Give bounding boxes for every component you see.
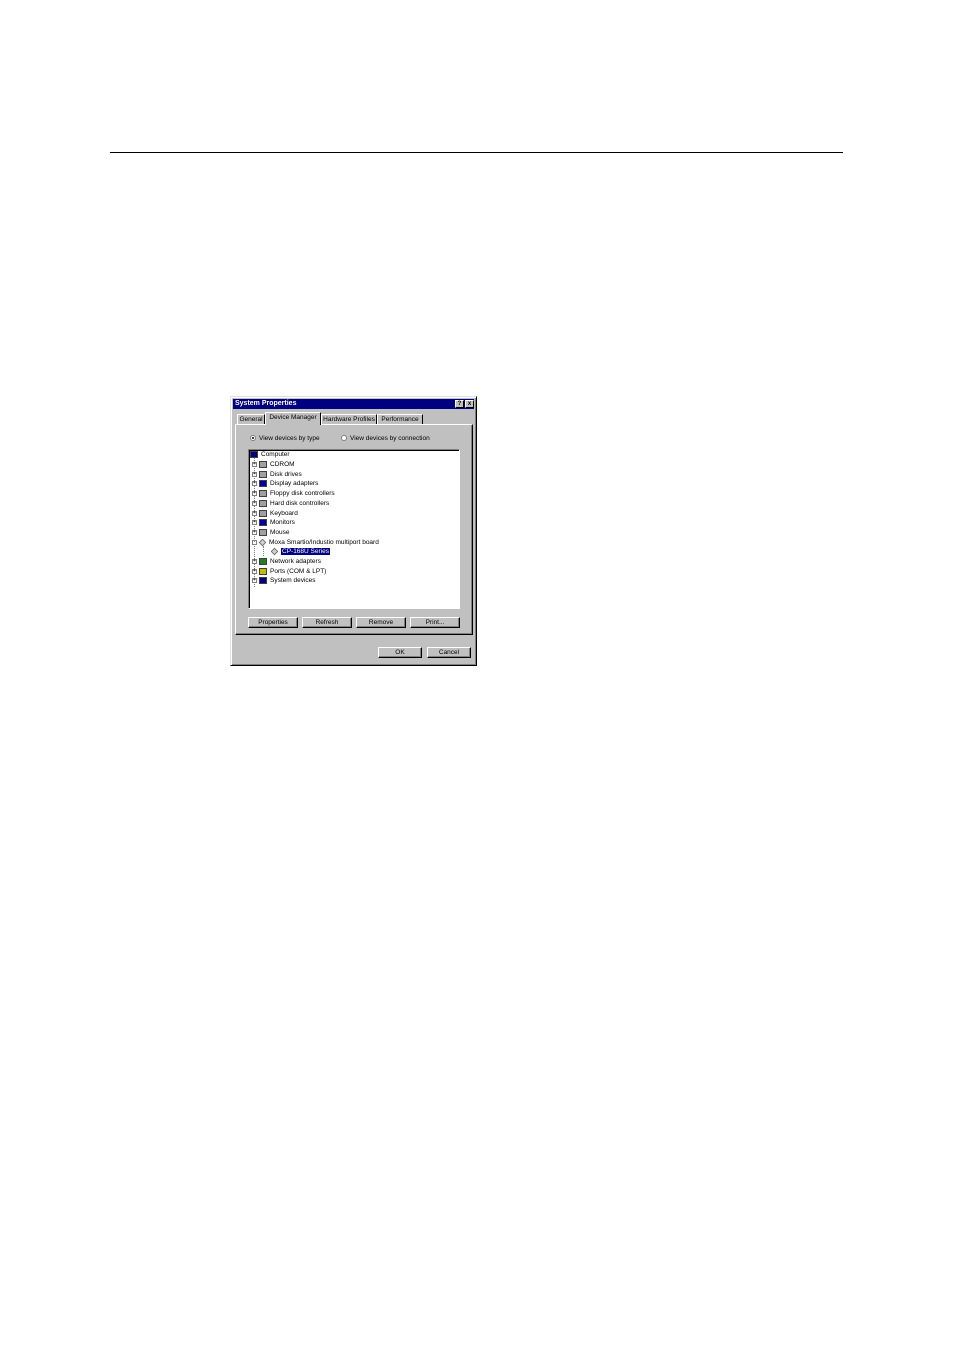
expand-icon[interactable]: + [252,481,257,487]
tree-item-floppy-controllers[interactable]: + Floppy disk controllers [252,489,335,498]
tab-device-manager[interactable]: Device Manager [265,412,321,425]
monitor-icon [259,519,267,527]
title-bar[interactable]: System Properties ? x [233,399,474,409]
ok-button[interactable]: OK [378,647,422,658]
tree-item-label: System devices [270,577,316,585]
tree-item-label: Disk drives [270,470,302,478]
mouse-icon [259,528,267,536]
print-button[interactable]: Print... [410,617,460,628]
tree-item-ports[interactable]: + Ports (COM & LPT) [252,567,326,576]
tree-item-cdrom[interactable]: + CDROM [252,460,295,469]
tree-item-network-adapters[interactable]: + Network adapters [252,557,321,566]
tree-item-label: CDROM [270,461,295,468]
tree-item-disk-drives[interactable]: + Disk drives [252,470,302,479]
radio-selected-icon[interactable] [250,435,256,441]
radio-unselected-icon[interactable] [341,435,347,441]
page-header-rule [110,152,843,153]
tree-item-computer[interactable]: Computer [250,450,290,459]
ports-icon [259,567,267,575]
view-by-connection-option[interactable]: View devices by connection [341,434,430,442]
multiport-board-icon [270,548,279,556]
tree-item-moxa-multiport-board[interactable]: - Moxa Smartio/Industio multiport board [252,538,379,547]
multiport-board-icon [258,538,267,546]
computer-icon [250,451,258,458]
expand-icon[interactable]: + [252,462,257,467]
tree-connector-line [263,546,264,556]
cancel-button[interactable]: Cancel [427,647,471,658]
tree-item-mouse[interactable]: + Mouse [252,528,290,537]
tree-item-label: Mouse [270,528,290,536]
tree-item-hard-disk-controllers[interactable]: + Hard disk controllers [252,499,329,508]
view-by-connection-label: View devices by connection [350,434,430,442]
keyboard-icon [259,509,267,517]
disk-drive-icon [259,470,267,478]
tab-performance[interactable]: Performance [377,414,423,424]
cdrom-icon [259,461,267,468]
expand-icon[interactable]: + [252,529,257,535]
tree-item-cp168u-series[interactable]: CP-168U Series [270,547,330,556]
tab-general[interactable]: General [237,414,265,424]
floppy-controller-icon [259,490,267,498]
expand-icon[interactable]: + [252,491,257,497]
tab-hardware-profiles[interactable]: Hardware Profiles [321,414,377,424]
tree-item-label: Keyboard [270,509,298,517]
expand-icon[interactable]: + [252,559,257,564]
network-adapter-icon [259,558,267,565]
view-by-type-label: View devices by type [259,434,320,442]
view-by-type-option[interactable]: View devices by type [250,434,320,442]
help-button[interactable]: ? [455,400,464,408]
tree-item-label: Display adapters [270,480,319,488]
expand-icon[interactable]: + [252,568,257,574]
refresh-button[interactable]: Refresh [302,617,352,628]
tree-item-monitors[interactable]: + Monitors [252,518,295,527]
tree-item-label: Network adapters [270,558,321,565]
system-devices-icon [259,577,267,585]
tree-item-keyboard[interactable]: + Keyboard [252,509,298,518]
close-button[interactable]: x [465,400,474,408]
device-manager-panel: View devices by type View devices by con… [235,424,473,635]
hard-disk-controller-icon [259,499,267,507]
expand-icon[interactable]: + [252,500,257,506]
expand-icon[interactable]: + [252,520,257,526]
expand-icon[interactable]: + [252,510,257,516]
tree-item-label: Monitors [270,519,295,527]
tree-item-label: Computer [261,451,290,458]
properties-button[interactable]: Properties [248,617,298,628]
system-properties-dialog: System Properties ? x General Device Man… [230,396,477,666]
expand-icon[interactable]: + [252,471,257,477]
tree-item-display-adapters[interactable]: + Display adapters [252,479,318,488]
remove-button[interactable]: Remove [356,617,406,628]
tree-item-label: Floppy disk controllers [270,490,335,498]
tree-item-system-devices[interactable]: + System devices [252,576,316,585]
tree-item-label-selected: CP-168U Series [281,548,330,556]
collapse-icon[interactable]: - [252,539,257,545]
dialog-title: System Properties [235,400,297,407]
tree-item-label: Hard disk controllers [270,499,330,507]
display-adapter-icon [259,480,267,488]
tree-item-label: Moxa Smartio/Industio multiport board [269,538,379,546]
expand-icon[interactable]: + [252,578,257,584]
device-tree[interactable]: Computer + CDROM + Disk drives + Display… [248,449,460,609]
tree-item-label: Ports (COM & LPT) [270,567,327,575]
